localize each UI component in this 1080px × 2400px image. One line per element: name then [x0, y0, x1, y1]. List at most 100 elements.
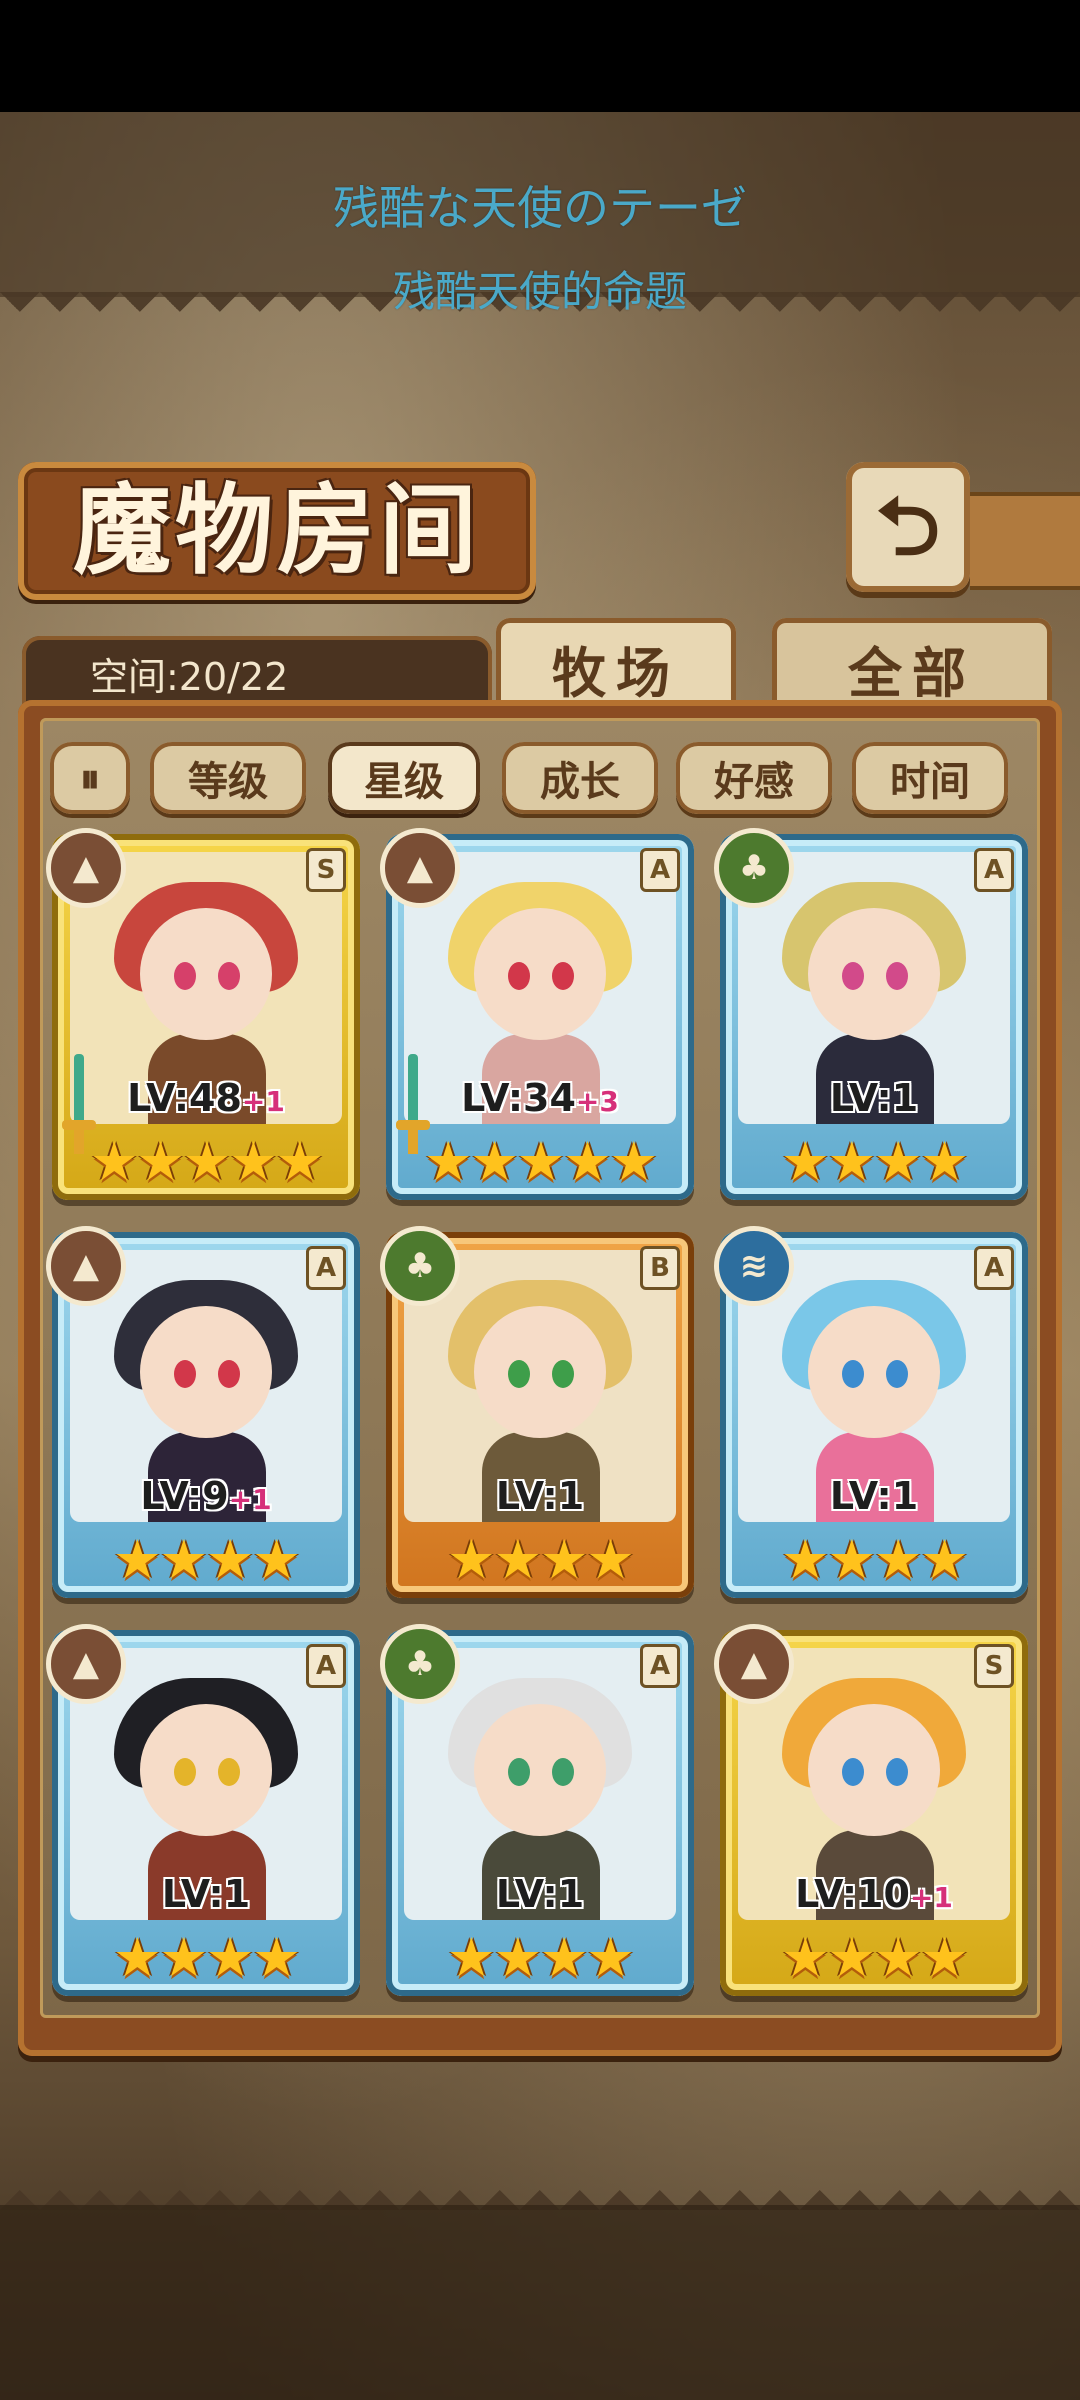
monster-card[interactable]: ▲ A LV:9+1 ★★★★: [46, 1226, 360, 1598]
plant-element-icon: ♣: [380, 1226, 460, 1306]
star-rating: ★★★★: [781, 1926, 969, 1989]
sort-by-affection-button[interactable]: 好感: [676, 742, 832, 814]
level-text: LV:1: [829, 1474, 919, 1518]
sort-by-growth-button[interactable]: 成长: [502, 742, 658, 814]
earth-element-icon: ▲: [46, 828, 126, 908]
earth-element-icon: ▲: [380, 828, 460, 908]
portrait-face: [474, 908, 606, 1040]
level-bonus: +3: [575, 1085, 619, 1118]
portrait-face: [808, 1704, 940, 1836]
star-rating: ★★★★: [447, 1926, 635, 1989]
portrait-eye: [508, 1758, 530, 1786]
portrait-face: [140, 1306, 272, 1438]
star-rating: ★★★★: [781, 1528, 969, 1591]
monster-card[interactable]: ♣ B LV:1 ★★★★: [380, 1226, 694, 1598]
rank-badge: A: [974, 1246, 1014, 1290]
star-rating: ★★★★: [113, 1528, 301, 1591]
earth-element-icon: ▲: [46, 1226, 126, 1306]
rank-badge: A: [640, 848, 680, 892]
subtitle-chinese: 残酷天使的命题: [392, 267, 687, 316]
earth-element-icon: ▲: [714, 1624, 794, 1704]
portrait-eye: [842, 1758, 864, 1786]
portrait-eye: [218, 1758, 240, 1786]
monster-card[interactable]: ▲ S LV:48+1 ★★★★★: [46, 828, 360, 1200]
rank-badge: S: [306, 848, 346, 892]
level-text: LV:10: [795, 1872, 910, 1916]
monster-card[interactable]: ≋ A LV:1 ★★★★: [714, 1226, 1028, 1598]
water-element-icon: ≋: [714, 1226, 794, 1306]
monster-level: LV:1: [386, 1474, 694, 1518]
monster-card[interactable]: ▲ A LV:1 ★★★★: [46, 1624, 360, 1996]
portrait-eye: [552, 962, 574, 990]
level-text: LV:1: [495, 1474, 585, 1518]
monster-card[interactable]: ♣ A LV:1 ★★★★: [714, 828, 1028, 1200]
subtitle-japanese: 残酷な天使のテーゼ: [333, 181, 747, 235]
monster-level: LV:48+1: [52, 1076, 360, 1120]
rank-badge: A: [640, 1644, 680, 1688]
star-rating: ★★★★: [781, 1130, 969, 1193]
level-bonus: +1: [241, 1085, 285, 1118]
sort-order-icon: ⏸: [80, 754, 100, 802]
level-text: LV:9: [140, 1474, 229, 1518]
portrait-eye: [886, 962, 908, 990]
sort-by-star-button[interactable]: 星级: [328, 742, 480, 814]
portrait-eye: [174, 1360, 196, 1388]
portrait-face: [474, 1704, 606, 1836]
star-rating: ★★★★: [113, 1926, 301, 1989]
portrait-eye: [218, 962, 240, 990]
portrait-face: [140, 908, 272, 1040]
portrait-eye: [174, 962, 196, 990]
rank-badge: S: [974, 1644, 1014, 1688]
star-rating: ★★★★★: [423, 1130, 658, 1193]
sort-order-button[interactable]: ⏸: [50, 742, 130, 814]
back-arrow-icon: ⮌: [875, 480, 941, 573]
level-text: LV:1: [161, 1872, 251, 1916]
portrait-face: [808, 908, 940, 1040]
portrait-face: [140, 1704, 272, 1836]
portrait-eye: [552, 1360, 574, 1388]
level-text: LV:34: [461, 1076, 576, 1120]
star-rating: ★★★★: [447, 1528, 635, 1591]
portrait-eye: [886, 1758, 908, 1786]
bottom-band: [0, 2205, 1080, 2400]
zigzag-border-bottom: [0, 2170, 1080, 2210]
level-bonus: +1: [228, 1483, 272, 1516]
monster-level: LV:1: [386, 1872, 694, 1916]
level-text: LV:1: [495, 1872, 585, 1916]
monster-level: LV:1: [52, 1872, 360, 1916]
level-bonus: +1: [909, 1881, 953, 1914]
monster-level: LV:34+3: [386, 1076, 694, 1120]
page-title: 魔物房间: [72, 473, 481, 588]
space-capacity: 空间:20/22: [90, 655, 289, 699]
top-status-bar: [0, 0, 1080, 112]
rank-badge: A: [974, 848, 1014, 892]
header-right-strip: [970, 492, 1080, 590]
portrait-eye: [508, 962, 530, 990]
monster-level: LV:1: [720, 1076, 1028, 1120]
monster-level: LV:1: [720, 1474, 1028, 1518]
portrait-eye: [508, 1360, 530, 1388]
rank-badge: A: [306, 1644, 346, 1688]
rank-badge: B: [640, 1246, 680, 1290]
level-text: LV:1: [829, 1076, 919, 1120]
portrait-face: [808, 1306, 940, 1438]
monster-card[interactable]: ▲ A LV:34+3 ★★★★★: [380, 828, 694, 1200]
sort-by-time-button[interactable]: 时间: [852, 742, 1008, 814]
star-rating: ★★★★★: [89, 1130, 324, 1193]
portrait-eye: [218, 1360, 240, 1388]
portrait-eye: [552, 1758, 574, 1786]
monster-card[interactable]: ♣ A LV:1 ★★★★: [380, 1624, 694, 1996]
monster-level: LV:10+1: [720, 1872, 1028, 1916]
level-text: LV:48: [127, 1076, 242, 1120]
sort-by-level-button[interactable]: 等级: [150, 742, 306, 814]
portrait-eye: [174, 1758, 196, 1786]
portrait-face: [474, 1306, 606, 1438]
portrait-eye: [842, 1360, 864, 1388]
earth-element-icon: ▲: [46, 1624, 126, 1704]
plant-element-icon: ♣: [714, 828, 794, 908]
back-button[interactable]: ⮌: [846, 462, 970, 592]
rank-badge: A: [306, 1246, 346, 1290]
monster-card[interactable]: ▲ S LV:10+1 ★★★★: [714, 1624, 1028, 1996]
monster-level: LV:9+1: [52, 1474, 360, 1518]
plant-element-icon: ♣: [380, 1624, 460, 1704]
